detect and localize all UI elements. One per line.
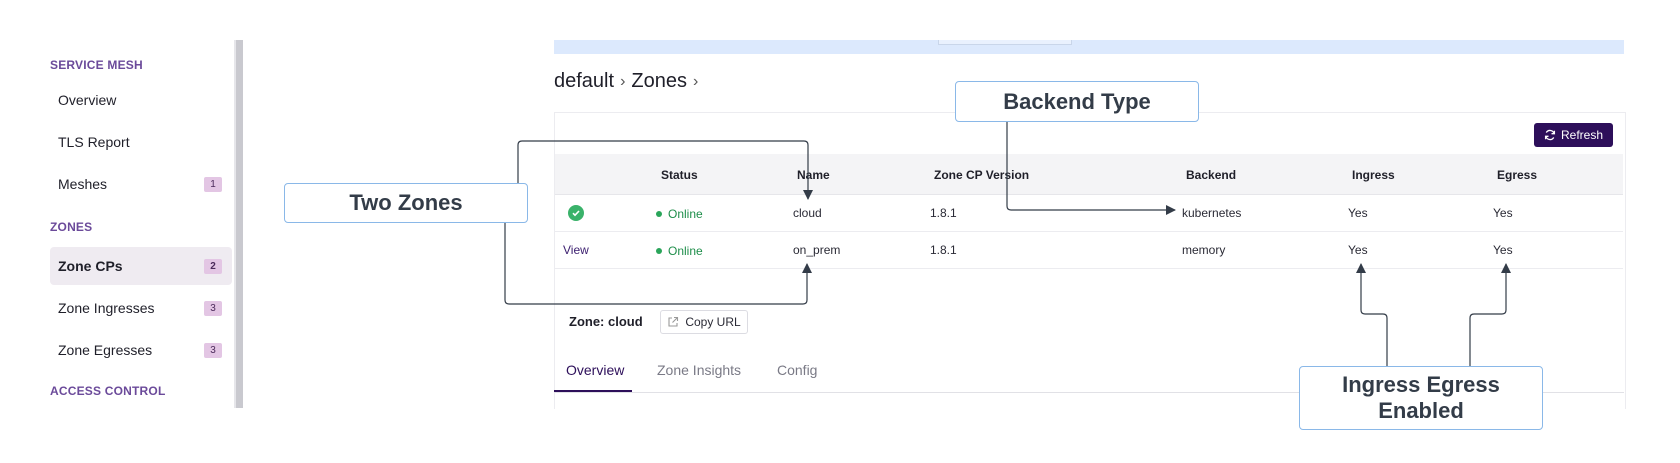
callout-backend-type: Backend Type [955,81,1199,122]
arrow-backend-type [1006,122,1176,215]
arrow-egress [1469,263,1511,366]
arrow-two-zones-cloud [517,140,813,200]
arrow-two-zones-onprem [504,223,812,305]
callout-ingress-egress: Ingress Egress Enabled [1299,366,1543,430]
callout-two-zones: Two Zones [284,183,528,223]
arrow-ingress [1356,263,1388,366]
